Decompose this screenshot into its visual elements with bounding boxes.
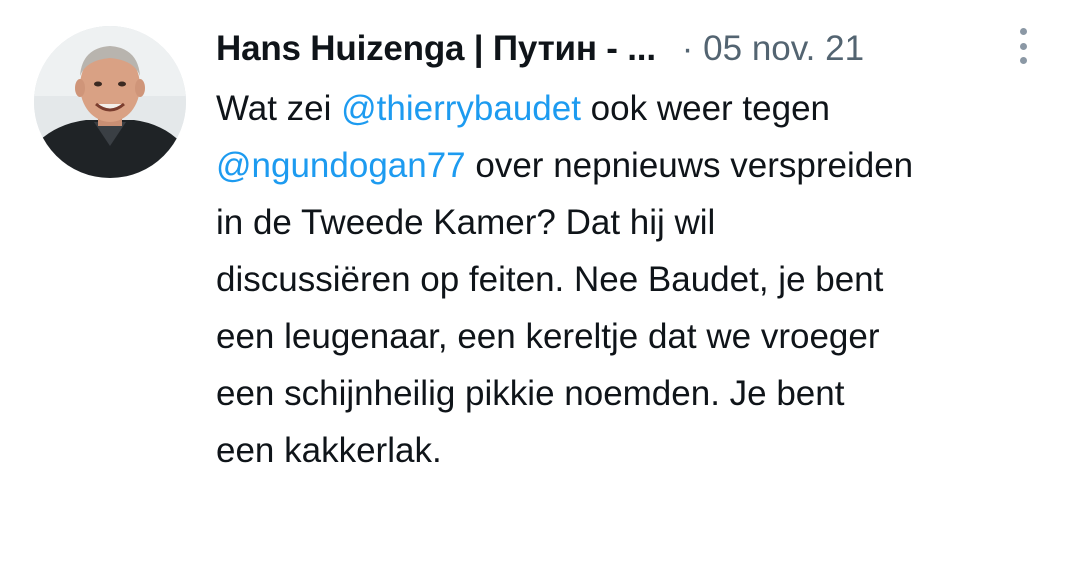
tweet-text-line: @ngundogan77 over nepnieuws verspreiden <box>216 137 1066 194</box>
more-dot <box>1019 42 1027 50</box>
tweet-timestamp[interactable]: 05 nov. 21 <box>703 29 864 69</box>
tweet-text-segment: in de Tweede Kamer? Dat hij wil <box>216 203 716 242</box>
tweet-header: Hans Huizenga | Путин - ... · 05 nov. 21 <box>216 24 1056 74</box>
more-vertical-icon[interactable] <box>1008 26 1038 66</box>
tweet-text-line: een kakkerlak. <box>216 422 1066 479</box>
author-avatar[interactable] <box>34 26 186 178</box>
tweet-text-segment: discussiëren op feiten. Nee Baudet, je b… <box>216 260 884 299</box>
more-dot <box>1019 57 1027 64</box>
tweet-text-segment: ook weer tegen <box>580 89 831 128</box>
tweet-text-line: discussiëren op feiten. Nee Baudet, je b… <box>216 251 1066 308</box>
mention-link[interactable]: @ngundogan77 <box>216 146 466 185</box>
tweet-text-segment: Wat zei <box>216 89 342 128</box>
tweet-text-line: een leugenaar, een kereltje dat we vroeg… <box>216 308 1066 365</box>
author-display-name[interactable]: Hans Huizenga | Путин - ... <box>216 29 656 69</box>
mention-link[interactable]: @thierrybaudet <box>341 89 581 128</box>
person-photo-icon <box>34 26 186 178</box>
more-dot <box>1019 28 1027 35</box>
tweet-text-segment: een kakkerlak. <box>216 431 442 470</box>
header-separator: · <box>681 29 694 68</box>
tweet-text-segment: een schijnheilig pikkie noemden. Je bent <box>216 374 845 413</box>
tweet-text-line: Wat zei @thierrybaudet ook weer tegen <box>216 80 1066 137</box>
tweet-text-segment: een leugenaar, een kereltje dat we vroeg… <box>216 317 880 356</box>
tweet-text-segment: over nepnieuws verspreiden <box>465 146 914 185</box>
tweet-text: Wat zei @thierrybaudet ook weer tegen @ng… <box>216 80 1066 479</box>
tweet-text-line: in de Tweede Kamer? Dat hij wil <box>216 194 1066 251</box>
tweet-card[interactable]: Hans Huizenga | Путин - ... · 05 nov. 21… <box>0 0 1080 588</box>
tweet-text-line: een schijnheilig pikkie noemden. Je bent <box>216 365 1066 422</box>
